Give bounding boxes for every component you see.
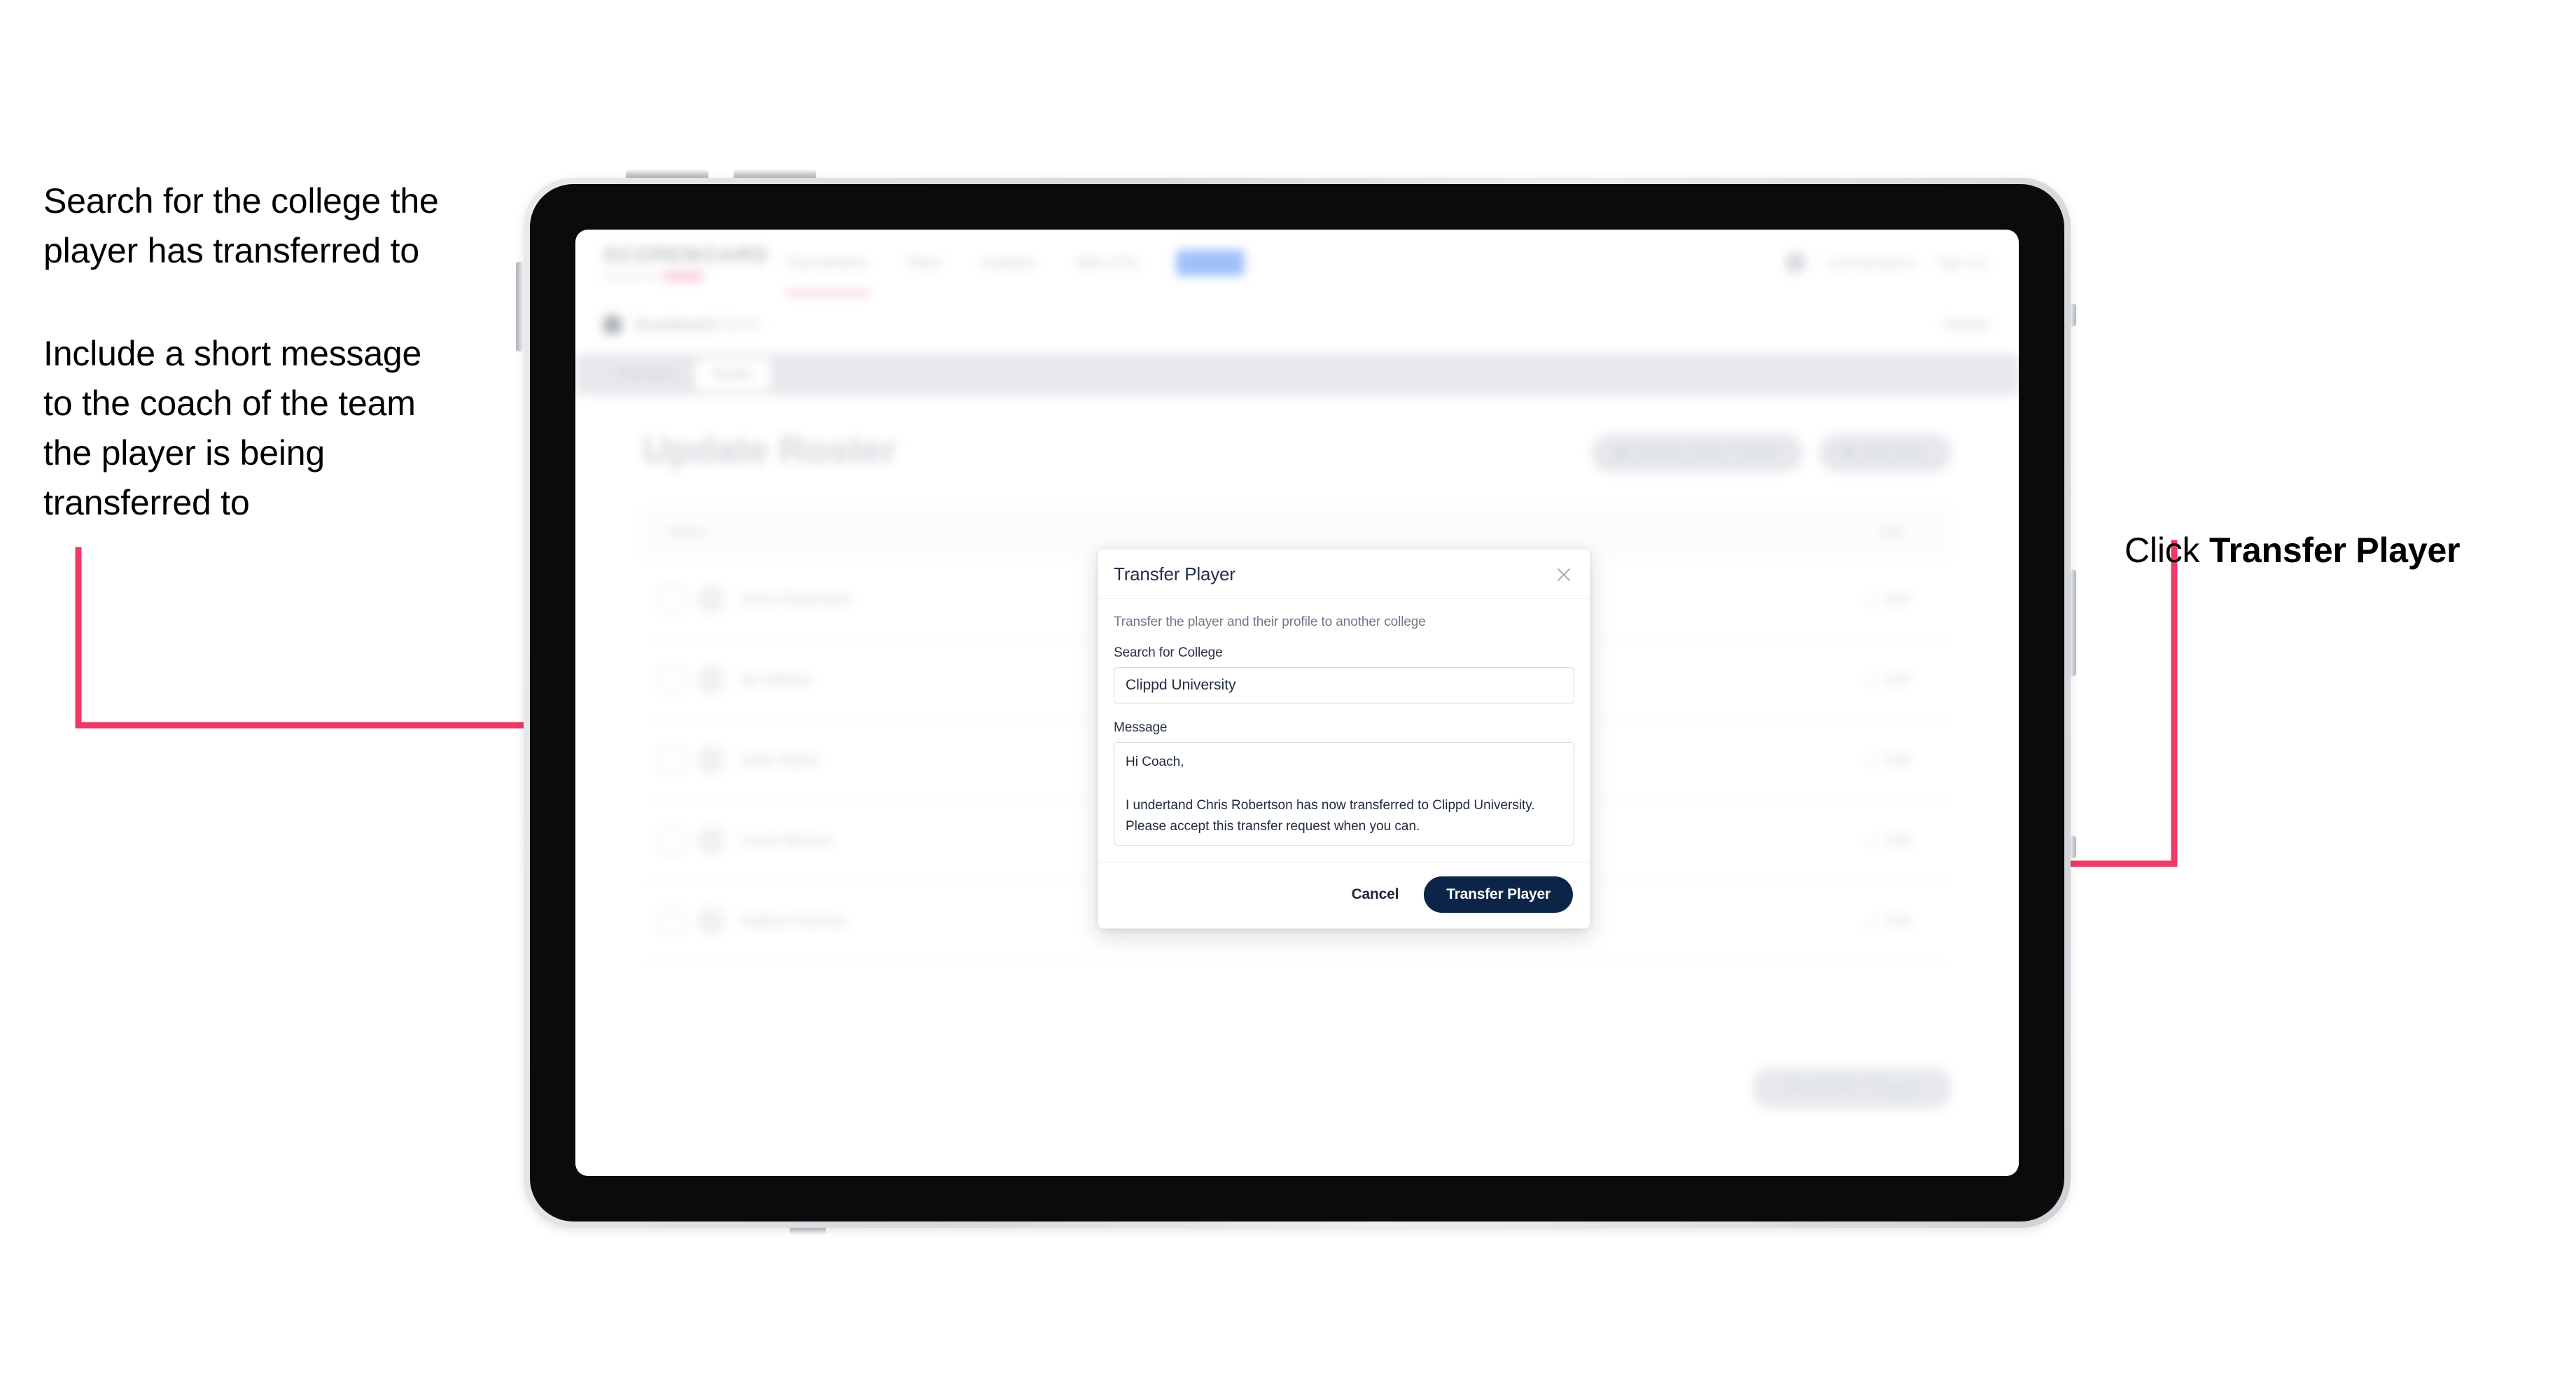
search-college-label: Search for College: [1114, 645, 1223, 660]
row-edit-button[interactable]: Edit: [1865, 591, 1910, 608]
player-avatar: [697, 666, 725, 694]
row-edit-label: Edit: [1885, 832, 1910, 848]
close-icon[interactable]: [1555, 566, 1573, 584]
row-edit-label: Edit: [1885, 752, 1910, 768]
transfer-player-button[interactable]: Transfer Player: [1424, 876, 1573, 913]
app-account-area: coach@clippd.io Sign Out: [1784, 252, 1987, 273]
transfer-icon: [1616, 447, 1628, 458]
column-header-edit: Edit: [1879, 525, 1903, 540]
side-port-mid: [2071, 570, 2076, 676]
row-checkbox[interactable]: [659, 587, 685, 612]
dialog-footer: Cancel Transfer Player: [1098, 862, 1590, 928]
breadcrumb-subtitle: Admin: [717, 316, 762, 333]
request-player-transfer-label: Request Player Transfer: [1635, 445, 1779, 460]
breadcrumb-title: Scoreboard: [634, 316, 714, 333]
dialog-body: Transfer the player and their profile to…: [1098, 599, 1590, 862]
add-player-button[interactable]: Add Player: [1819, 434, 1952, 472]
dialog-title: Transfer Player: [1114, 564, 1236, 584]
logo-wordmark: SCOREBOARD: [603, 244, 769, 267]
request-player-transfer-button[interactable]: Request Player Transfer: [1592, 434, 1803, 472]
row-edit-label: Edit: [1885, 591, 1910, 607]
annotation-search-college: Search for the college the player has tr…: [43, 181, 439, 270]
account-email: coach@clippd.io: [1825, 255, 1918, 270]
breadcrumb: Scoreboard Admin: [634, 316, 761, 334]
logo-powered-by: powered by: [603, 271, 658, 281]
logo-brand-pill: clippd: [663, 271, 704, 281]
app-tab-bar: Overview Roster: [575, 354, 2019, 395]
annotation-click-prefix: Click: [2124, 531, 2210, 570]
pencil-icon: [1865, 835, 1877, 846]
tablet-device-mockup: SCOREBOARD powered by clippd Tournaments…: [516, 170, 2076, 1234]
volume-down-button[interactable]: [734, 170, 816, 178]
row-edit-button[interactable]: Edit: [1865, 752, 1910, 769]
player-avatar: [697, 907, 725, 935]
side-port-top: [2071, 304, 2076, 326]
search-college-input[interactable]: [1114, 667, 1574, 704]
annotation-click-strong: Transfer Player: [2209, 531, 2460, 570]
page-title: Update Roster: [643, 429, 897, 471]
dialog-header: Transfer Player: [1098, 550, 1590, 599]
tab-overview[interactable]: Overview: [599, 359, 691, 390]
cancel-button[interactable]: Cancel: [1348, 886, 1404, 904]
sign-out-button[interactable]: Sign Out: [1938, 255, 1987, 270]
row-edit-label: Edit: [1885, 913, 1910, 929]
player-name: Ian Wilson: [741, 671, 813, 688]
row-checkbox[interactable]: [659, 667, 685, 692]
app-primary-nav: Tournaments Team Analytics Add a Pro Ros…: [785, 249, 1245, 295]
nav-item-roster[interactable]: Roster: [1175, 249, 1245, 276]
side-port-low: [2071, 836, 2076, 858]
app-navbar: SCOREBOARD powered by clippd Tournaments…: [575, 230, 2019, 296]
logo-subtitle: powered by clippd: [603, 271, 736, 281]
power-button[interactable]: [516, 262, 524, 351]
pencil-icon: [1865, 755, 1877, 766]
save-roster-changes-button[interactable]: Save Roster Changes: [1753, 1068, 1952, 1109]
column-header-name: Name: [669, 524, 707, 540]
pencil-icon: [1865, 594, 1877, 605]
pencil-icon: [1865, 674, 1877, 685]
volume-up-button[interactable]: [626, 170, 708, 178]
annotation-click-transfer: Click Transfer Player: [2124, 476, 2558, 575]
player-name: Nathan Holmes: [741, 912, 847, 930]
row-edit-button[interactable]: Edit: [1865, 913, 1910, 930]
player-name: John Taylor: [741, 751, 820, 769]
row-edit-label: Edit: [1885, 671, 1910, 687]
player-name: Chris Robertson: [741, 590, 852, 608]
player-avatar: [697, 585, 725, 613]
row-checkbox[interactable]: [659, 828, 685, 853]
breadcrumb-icon: [603, 316, 622, 334]
field-spacer: [1114, 704, 1574, 720]
nav-item-team[interactable]: Team: [906, 249, 943, 276]
annotation-include-message: Include a short message to the coach of …: [43, 334, 422, 522]
player-avatar: [697, 827, 725, 855]
app-logo[interactable]: SCOREBOARD powered by clippd: [603, 244, 769, 281]
message-textarea[interactable]: Hi Coach, I undertand Chris Robertson ha…: [1114, 742, 1574, 846]
transfer-player-dialog: Transfer Player Transfer the player and …: [1098, 549, 1590, 929]
player-avatar: [697, 746, 725, 774]
breadcrumb-cancel-button[interactable]: Cancel: [1943, 317, 1987, 333]
plus-icon: [1843, 447, 1855, 458]
pencil-icon: [1865, 916, 1877, 927]
nav-item-tournaments[interactable]: Tournaments: [785, 249, 869, 295]
row-checkbox[interactable]: [659, 909, 685, 934]
avatar[interactable]: [1784, 252, 1806, 273]
row-edit-button[interactable]: Edit: [1865, 671, 1910, 688]
page-action-buttons: Request Player Transfer Add Player: [1592, 434, 1952, 472]
nav-item-add-a-pro[interactable]: Add a Pro: [1074, 249, 1140, 276]
bottom-speaker: [790, 1228, 826, 1234]
app-breadcrumb-bar: Scoreboard Admin Cancel: [575, 295, 2019, 355]
device-screen: SCOREBOARD powered by clippd Tournaments…: [575, 230, 2019, 1176]
row-edit-button[interactable]: Edit: [1865, 832, 1910, 849]
dialog-description: Transfer the player and their profile to…: [1114, 615, 1426, 629]
message-label: Message: [1114, 720, 1168, 735]
nav-item-analytics[interactable]: Analytics: [979, 249, 1038, 276]
row-checkbox[interactable]: [659, 748, 685, 773]
add-player-label: Add Player: [1863, 445, 1928, 460]
tab-roster[interactable]: Roster: [695, 359, 771, 390]
player-name: Lewis Barnes: [741, 832, 834, 849]
